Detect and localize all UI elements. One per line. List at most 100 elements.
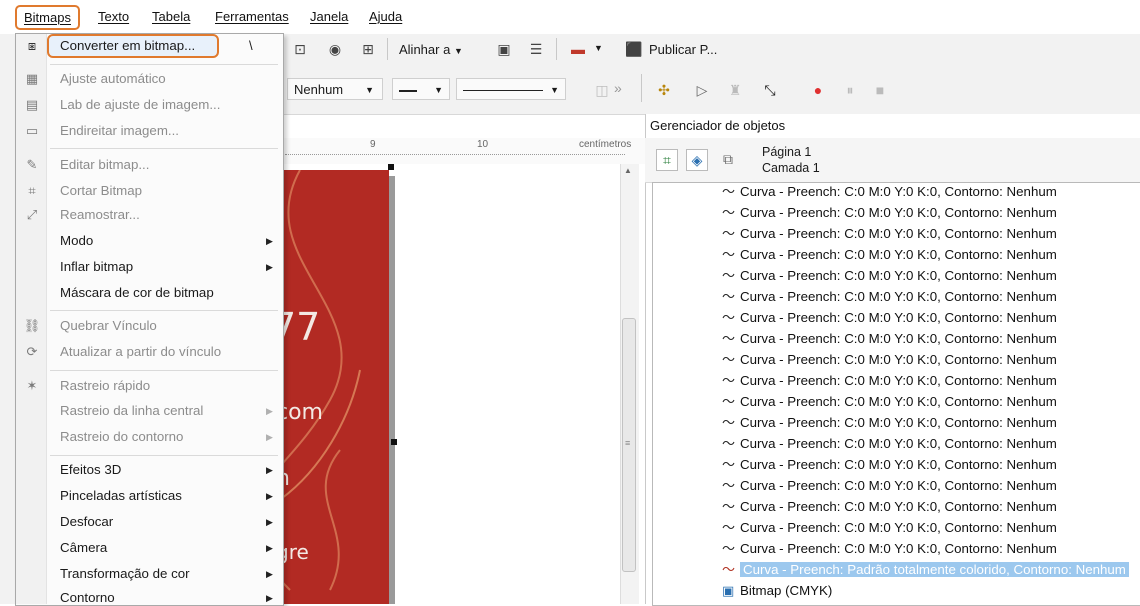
menu-item-mode[interactable]: Modo xyxy=(60,233,93,248)
list-item[interactable]: 〜 Curva - Preench: C:0 M:0 Y:0 K:0, Conto… xyxy=(722,223,1057,244)
menu-item-outline-trace[interactable]: Rastreio do contorno xyxy=(60,429,183,444)
menu-item-crop-bitmap[interactable]: Cortar Bitmap xyxy=(60,183,142,198)
selection-handle[interactable] xyxy=(388,164,394,170)
submenu-arrow-icon: ▶ xyxy=(266,432,273,442)
stop-icon[interactable]: ■ xyxy=(870,80,890,100)
menu-bitmaps[interactable]: Bitmaps xyxy=(15,5,80,30)
scroll-up-icon[interactable]: ▲ xyxy=(624,166,632,175)
adjust-lab-icon: ▤ xyxy=(25,97,39,112)
publish-pdf-button[interactable]: Publicar P... xyxy=(649,42,717,57)
layer-manager-icon[interactable]: ⧉ xyxy=(718,149,738,169)
menu-texto[interactable]: Texto xyxy=(98,9,129,24)
edit-node-icon[interactable]: ⤡ xyxy=(760,80,780,100)
list-item[interactable]: 〜 Curva - Preench: C:0 M:0 Y:0 K:0, Conto… xyxy=(722,496,1057,517)
list-item[interactable]: 〜 Curva - Preench: C:0 M:0 Y:0 K:0, Conto… xyxy=(722,307,1057,328)
menu-separator xyxy=(50,148,278,149)
list-item[interactable]: 〜 Curva - Preench: C:0 M:0 Y:0 K:0, Conto… xyxy=(722,433,1057,454)
list-item[interactable]: 〜 Curva - Preench: C:0 M:0 Y:0 K:0, Conto… xyxy=(722,391,1057,412)
layer-view-icon[interactable]: ◈ xyxy=(686,149,708,171)
align-dropdown[interactable]: Alinhar a ▼ xyxy=(399,42,463,57)
curve-icon: 〜 xyxy=(722,352,736,367)
curve-icon: 〜 xyxy=(722,520,736,535)
list-item[interactable]: 〜 Curva - Preench: C:0 M:0 Y:0 K:0, Conto… xyxy=(722,181,1057,202)
list-item[interactable]: 〜 Curva - Preench: C:0 M:0 Y:0 K:0, Conto… xyxy=(722,475,1057,496)
menu-ferramentas[interactable]: Ferramentas xyxy=(215,9,289,24)
image-icon[interactable]: ▣ xyxy=(494,39,514,59)
list-item[interactable]: 〜 Curva - Preench: C:0 M:0 Y:0 K:0, Conto… xyxy=(722,202,1057,223)
list-icon[interactable]: ☰ xyxy=(526,39,546,59)
menu-separator xyxy=(50,310,278,311)
curve-icon: 〜 xyxy=(722,394,736,409)
list-item[interactable]: 〜 Curva - Preench: C:0 M:0 Y:0 K:0, Conto… xyxy=(722,349,1057,370)
curve-icon: 〜 xyxy=(722,457,736,472)
quick-trace-icon: ✶ xyxy=(26,378,38,393)
curve-icon: 〜 xyxy=(722,226,736,241)
view-icon[interactable]: ◉ xyxy=(325,39,345,59)
menu-item-3d-effects[interactable]: Efeitos 3D xyxy=(60,462,121,477)
menu-tabela[interactable]: Tabela xyxy=(152,9,190,24)
submenu-arrow-icon: ▶ xyxy=(266,517,273,527)
break-link-icon: ⛓ xyxy=(23,318,41,333)
list-item[interactable]: 〜 Curva - Preench: C:0 M:0 Y:0 K:0, Conto… xyxy=(722,517,1057,538)
wrap-icon[interactable]: ◫ xyxy=(592,80,612,100)
curve-icon: 〜 xyxy=(722,331,736,346)
list-item[interactable]: ▣ Bitmap (CMYK) xyxy=(722,580,832,601)
menu-item-straighten[interactable]: Endireitar imagem... xyxy=(60,123,179,138)
list-item-selected[interactable]: 〜 Curva - Preench: Padrão totalmente colo… xyxy=(722,559,1140,580)
menu-item-resample[interactable]: Reamostrar... xyxy=(60,207,140,222)
submenu-arrow-icon: ▶ xyxy=(266,543,273,553)
menu-item-quick-trace[interactable]: Rastreio rápido xyxy=(60,378,150,393)
list-item[interactable]: 〜 Curva - Preench: C:0 M:0 Y:0 K:0, Conto… xyxy=(722,370,1057,391)
convert-bitmap-icon: ⧆ xyxy=(27,38,37,53)
more-tools-icon[interactable]: » xyxy=(614,80,622,96)
update-link-icon: ⟳ xyxy=(26,344,38,359)
play-icon[interactable]: ▷ xyxy=(692,80,712,100)
menu-item-edit-bitmap[interactable]: Editar bitmap... xyxy=(60,157,149,172)
list-item[interactable]: 〜 Curva - Preench: C:0 M:0 Y:0 K:0, Conto… xyxy=(722,454,1057,475)
menu-item-art-strokes[interactable]: Pinceladas artísticas xyxy=(60,488,182,503)
ruler-tick-label: 9 xyxy=(370,139,376,150)
curve-icon: 〜 xyxy=(722,310,736,325)
line-style-select[interactable]: ▼ xyxy=(456,78,566,100)
submenu-arrow-icon: ▶ xyxy=(266,262,273,272)
menu-item-contour[interactable]: Contorno xyxy=(60,590,115,605)
toolbar-separator xyxy=(387,38,388,60)
page-view-icon[interactable]: ⌗ xyxy=(656,149,678,171)
object-shadow xyxy=(389,176,395,604)
menu-item-adjust-lab[interactable]: Lab de ajuste de imagem... xyxy=(60,97,220,112)
pdf-icon[interactable]: ⬛ xyxy=(624,39,644,59)
menu-item-convert-bitmap[interactable]: Converter em bitmap... xyxy=(60,38,195,53)
menu-item-color-mask[interactable]: Máscara de cor de bitmap xyxy=(60,285,214,300)
selection-handle[interactable] xyxy=(391,439,397,445)
menu-item-auto-adjust[interactable]: Ajuste automático xyxy=(60,71,166,86)
list-item[interactable]: 〜 Curva - Preench: C:0 M:0 Y:0 K:0, Conto… xyxy=(722,412,1057,433)
node-icon[interactable]: ✣ xyxy=(654,80,674,100)
list-item[interactable]: 〜 Curva - Preench: C:0 M:0 Y:0 K:0, Conto… xyxy=(722,286,1057,307)
launcher-icon[interactable]: ▬ xyxy=(568,39,588,59)
menu-item-centerline-trace[interactable]: Rastreio da linha central xyxy=(60,403,203,418)
stamp-icon[interactable]: ♜ xyxy=(725,80,745,100)
menu-ajuda[interactable]: Ajuda xyxy=(369,9,402,24)
list-item[interactable]: 〜 Curva - Preench: C:0 M:0 Y:0 K:0, Conto… xyxy=(722,244,1057,265)
line-start-select[interactable]: ▼ xyxy=(392,78,450,100)
list-item[interactable]: 〜 Curva - Preench: C:0 M:0 Y:0 K:0, Conto… xyxy=(722,328,1057,349)
menu-item-color-transform[interactable]: Transformação de cor xyxy=(60,566,190,581)
submenu-arrow-icon: ▶ xyxy=(266,236,273,246)
launcher-dropdown-icon[interactable]: ▼ xyxy=(594,43,603,53)
list-item[interactable]: 〜 Curva - Preench: C:0 M:0 Y:0 K:0, Conto… xyxy=(722,265,1057,286)
menu-janela[interactable]: Janela xyxy=(310,9,348,24)
menu-item-update-link[interactable]: Atualizar a partir do vínculo xyxy=(60,344,221,359)
pause-icon[interactable]: ⏸ xyxy=(840,80,860,100)
menu-item-inflate[interactable]: Inflar bitmap xyxy=(60,259,133,274)
menu-item-camera[interactable]: Câmera xyxy=(60,540,107,555)
submenu-arrow-icon: ▶ xyxy=(266,491,273,501)
fill-select[interactable]: Nenhum ▼ xyxy=(287,78,383,100)
menu-item-blur[interactable]: Desfocar xyxy=(60,514,113,529)
menu-item-break-link[interactable]: Quebrar Vínculo xyxy=(60,318,157,333)
object-manager-title: Gerenciador de objetos xyxy=(650,118,786,133)
frame-icon[interactable]: ⊡ xyxy=(290,39,310,59)
record-icon[interactable]: ● xyxy=(808,80,828,100)
list-item[interactable]: 〜 Curva - Preench: C:0 M:0 Y:0 K:0, Conto… xyxy=(722,538,1057,559)
snap-icon[interactable]: ⊞ xyxy=(358,39,378,59)
straighten-icon: ▭ xyxy=(25,123,39,138)
